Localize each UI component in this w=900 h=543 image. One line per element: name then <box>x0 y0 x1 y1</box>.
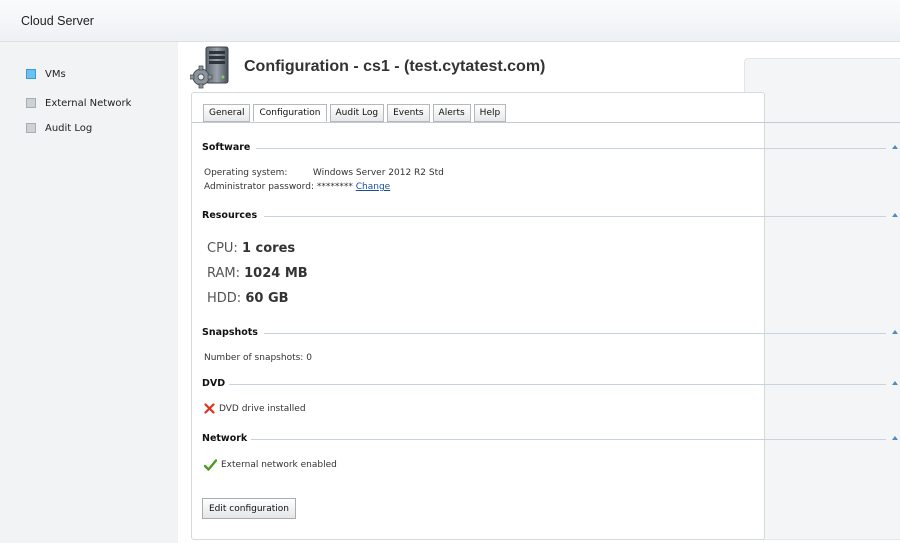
ram-label: RAM: <box>207 266 240 281</box>
change-password-link[interactable]: Change <box>356 182 390 192</box>
edit-configuration-button[interactable]: Edit configuration <box>202 498 296 519</box>
sidebar-item-external-network[interactable]: External Network <box>26 95 131 111</box>
section-header-resources: Resources <box>202 210 900 222</box>
sidebar-item-vms[interactable]: VMs <box>26 66 66 82</box>
tab-audit-log[interactable]: Audit Log <box>329 104 385 122</box>
tab-divider <box>192 122 900 123</box>
ram-value: 1024 MB <box>244 266 308 281</box>
password-label: Administrator password: <box>204 182 314 192</box>
sidebar-item-label: Audit Log <box>45 122 93 134</box>
password-value: ******** <box>316 182 353 192</box>
tab-alerts[interactable]: Alerts <box>432 104 471 122</box>
sidebar: VMs External Network Audit Log <box>0 42 178 543</box>
hdd-row: HDD: 60 GB <box>207 291 289 306</box>
section-title: Network <box>202 433 252 444</box>
top-bar: Cloud Server <box>0 0 900 42</box>
section-rule <box>256 148 886 149</box>
app-title: Cloud Server <box>21 14 94 28</box>
collapse-arrow-icon[interactable] <box>892 381 898 385</box>
network-status-text: External network enabled <box>221 460 337 470</box>
collapse-arrow-icon[interactable] <box>892 145 898 149</box>
dvd-status: DVD drive installed <box>204 403 306 414</box>
tab-events[interactable]: Events <box>387 104 430 122</box>
cpu-row: CPU: 1 cores <box>207 241 295 256</box>
content-panel <box>191 92 765 540</box>
tab-general[interactable]: General <box>203 104 251 122</box>
snapshots-row: Number of snapshots: 0 <box>204 353 312 363</box>
sidebar-item-label: External Network <box>45 97 132 109</box>
section-header-dvd: DVD <box>202 378 900 390</box>
server-gear-icon <box>190 46 229 89</box>
cpu-value: 1 cores <box>241 241 296 256</box>
external-network-icon <box>26 98 36 108</box>
section-rule <box>248 439 886 440</box>
snapshots-label: Number of snapshots: <box>204 353 304 363</box>
network-status: External network enabled <box>204 459 337 471</box>
hdd-value: 60 GB <box>245 291 289 306</box>
tab-bar: General Configuration Audit Log Events A… <box>203 104 507 122</box>
sidebar-item-label: VMs <box>45 68 66 80</box>
right-panel <box>744 58 900 540</box>
os-label: Operating system: <box>204 168 288 178</box>
section-title: Software <box>202 142 255 153</box>
collapse-arrow-icon[interactable] <box>892 436 898 440</box>
audit-log-icon <box>26 123 36 133</box>
red-x-icon <box>204 403 215 414</box>
section-title: Resources <box>202 210 262 221</box>
section-rule <box>228 384 886 385</box>
password-row: Administrator password: ******** Change <box>204 182 390 192</box>
snapshots-count: 0 <box>306 353 312 363</box>
section-rule <box>264 216 886 217</box>
section-rule <box>264 333 886 334</box>
ram-row: RAM: 1024 MB <box>207 266 308 281</box>
tab-configuration[interactable]: Configuration <box>253 104 327 122</box>
os-row: Operating system: Windows Server 2012 R2… <box>204 168 444 178</box>
collapse-arrow-icon[interactable] <box>892 330 898 334</box>
sidebar-item-audit-log[interactable]: Audit Log <box>26 120 92 136</box>
hdd-label: HDD: <box>207 291 242 306</box>
section-title: DVD <box>202 378 230 389</box>
vms-icon <box>26 69 36 79</box>
tab-help[interactable]: Help <box>473 104 507 122</box>
section-header-software: Software <box>202 142 900 154</box>
dvd-status-text: DVD drive installed <box>219 403 306 414</box>
section-title: Snapshots <box>202 327 262 338</box>
section-header-network: Network <box>202 433 900 445</box>
page-title: Configuration - cs1 - (test.cytatest.com… <box>244 58 546 75</box>
green-check-icon <box>204 459 217 471</box>
section-header-snapshots: Snapshots <box>202 327 900 339</box>
collapse-arrow-icon[interactable] <box>892 213 898 217</box>
cpu-label: CPU: <box>207 241 238 256</box>
os-value: Windows Server 2012 R2 Std <box>312 168 444 178</box>
